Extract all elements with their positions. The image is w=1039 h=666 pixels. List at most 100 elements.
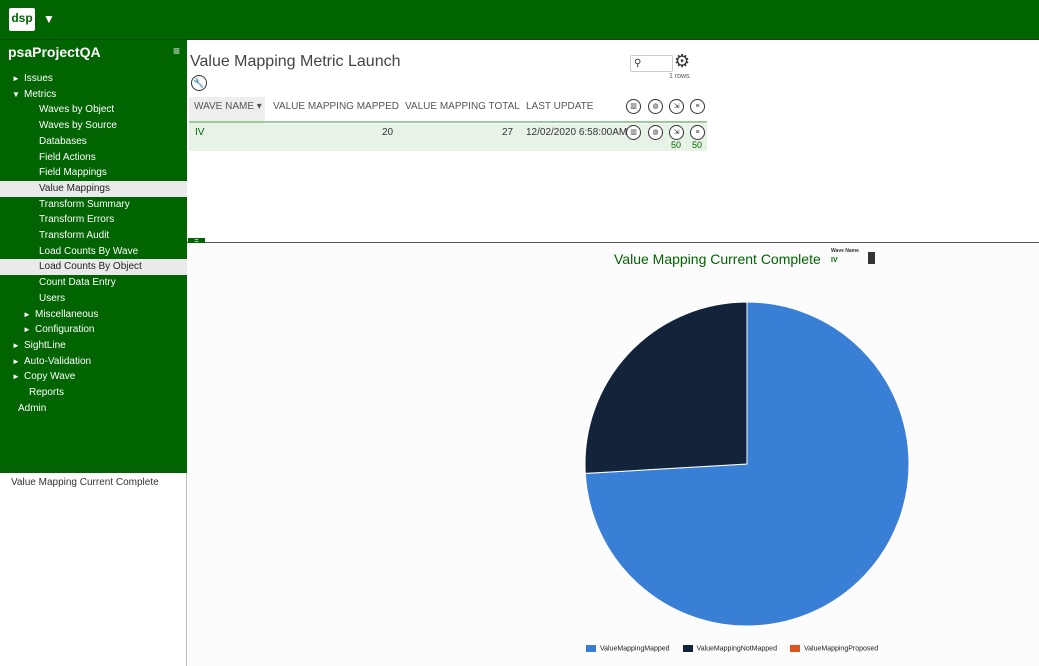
sidebar-item-label: Auto-Validation [24,355,92,367]
sidebar-item-label: Admin [18,402,47,414]
sidebar-item-waves-by-source[interactable]: Waves by Source [0,118,187,134]
sidebar-item-label: Reports [29,387,65,398]
chart-icon[interactable]: ▥ [626,99,641,114]
wrench-icon[interactable]: 🔧 [191,75,207,91]
sidebar-item-label: Databases [39,135,87,147]
count-export[interactable]: 50 [671,140,681,150]
caret-right-icon: ► [12,74,20,83]
cell-total: 27 [502,127,514,138]
sidebar-item-transform-summary[interactable]: Transform Summary [0,197,187,213]
count-database[interactable]: 50 [692,140,702,150]
legend-item[interactable]: ValueMappingProposed [789,645,879,653]
legend-item[interactable]: ValueMappingMapped [586,645,670,652]
caret-right-icon: ► [12,372,20,382]
legend-label: ValueMappingNotMapped [696,645,777,653]
sidebar-item-label: Transform Errors [39,214,115,226]
sidebar-item-label: Metrics [24,88,57,100]
row-globe-icon[interactable]: ◍ [648,125,663,140]
sidebar-item-miscellaneous[interactable]: ► Miscellaneous [0,307,187,323]
sidebar-item-label: Count Data Entry [39,277,116,289]
sidebar-item-label: SightLine [24,339,66,351]
sidebar-item-label: Load Counts By Object [39,261,142,273]
caret-right-icon: ► [23,325,31,335]
cell-last-update: 12/02/2020 6:58:00AM [526,127,628,138]
chevron-down-icon[interactable]: ▼ [43,12,55,26]
caret-right-icon: ► [23,309,31,319]
chart-title: Value Mapping Current Complete [614,251,821,267]
chart-pane: Value Mapping Current Complete Wave Name… [187,243,1039,666]
pie-chart [584,301,910,627]
launch-pane: Value Mapping Metric Launch 🔧 ⚲ ⚙ 1 rows… [187,40,1039,242]
legend-swatch [682,645,693,652]
search-icon: ⚲ [634,58,642,69]
sidebar-item-label: Field Mappings [39,167,107,179]
sidebar-item-label: Field Actions [39,151,96,163]
sidebar-item-load-counts-by-wave[interactable]: Load Counts By Wave [0,244,187,260]
sidebar-item-field-mappings[interactable]: Field Mappings [0,165,187,181]
sidebar-item-count-data-entry[interactable]: Count Data Entry [0,275,187,291]
menu-icon[interactable]: ≡ [173,44,180,58]
row-chart-icon[interactable]: ▥ [626,125,641,140]
filter-value[interactable]: IV [831,257,838,264]
sidebar-item-label: Transform Audit [39,230,110,241]
sidebar-item-reports[interactable]: Reports [0,385,187,401]
sidebar-item-transform-audit[interactable]: Transform Audit [0,228,187,244]
document-icon[interactable] [868,252,875,264]
gear-icon[interactable]: ⚙ [674,51,690,72]
column-header-last-update[interactable]: LAST UPDATE [526,97,593,124]
row-database-icon[interactable]: ≡ [690,125,705,140]
sidebar-item-databases[interactable]: Databases [0,134,187,150]
legend-label: ValueMappingMapped [600,645,670,653]
filter-label: Wave Name [831,248,859,254]
pie-slice-ValueMappingNotMapped[interactable] [584,301,748,474]
caret-down-icon: ▼ [12,89,20,99]
header-divider [189,121,707,123]
sidebar-item-waves-by-object[interactable]: Waves by Object [0,102,187,118]
export-icon[interactable]: ⇲ [669,99,684,114]
sidebar-item-copy-wave[interactable]: ► Copy Wave [0,369,187,385]
sidebar-item-label: Miscellaneous [35,308,99,320]
sidebar-item-sightline[interactable]: ► SightLine [0,338,187,354]
sidebar-footer: Value Mapping Current Complete [0,473,187,666]
sidebar-item-users[interactable]: Users [0,291,187,307]
sidebar-item-label: Issues [24,73,53,84]
sidebar: psaProjectQA ≡ ► Issues ▼ Metrics Waves by O… [0,40,187,473]
chart-legend: ValueMappingMapped ValueMappingNotMapped V… [586,645,891,652]
legend-label: ValueMappingProposed [803,645,879,653]
sidebar-item-auto-validation[interactable]: ► Auto-Validation [0,354,187,370]
sidebar-item-label: Users [39,292,66,304]
legend-swatch [789,645,800,652]
sidebar-item-label: Waves by Object [39,104,115,116]
sidebar-item-admin[interactable]: Admin [0,401,187,417]
cell-mapped: 20 [382,127,394,138]
column-header-mapped[interactable]: VALUE MAPPING MAPPED [273,97,399,124]
sidebar-item-label: Configuration [35,324,95,336]
legend-item[interactable]: ValueMappingNotMapped [682,645,777,653]
row-count: 1 rows [669,73,690,80]
table-header: WAVE NAME ▾ VALUE MAPPING MAPPED VALUE M… [189,97,707,124]
caret-right-icon: ► [12,356,20,366]
sidebar-item-metrics[interactable]: ▼ Metrics [0,87,187,103]
globe-icon[interactable]: ◍ [648,99,663,114]
sidebar-item-transform-errors[interactable]: Transform Errors [0,212,187,228]
legend-swatch [586,645,596,652]
cell-wave-name[interactable]: IV [195,127,204,138]
sidebar-item-field-actions[interactable]: Field Actions [0,150,187,166]
database-icon[interactable]: ≡ [690,99,705,114]
column-header-wave-name[interactable]: WAVE NAME ▾ [189,97,265,124]
sidebar-item-value-mappings[interactable]: Value Mappings [0,180,187,197]
sidebar-item-label: Value Mappings [39,182,110,194]
dsp-logo[interactable]: dsp [9,8,35,31]
project-name: psaProjectQA [8,44,101,60]
sidebar-item-label: Waves by Source [39,120,117,132]
sidebar-item-load-counts-by-object[interactable]: Load Counts By Object [0,259,187,276]
table-row[interactable]: IV 20 27 12/02/2020 6:58:00AM ▥ ◍ ⇲ ≡ [189,124,707,151]
sidebar-item-label: Load Counts By Wave [39,245,139,257]
sidebar-item-configuration[interactable]: ► Configuration [0,322,187,338]
sidebar-item-label: Transform Summary [39,198,130,210]
sidebar-item-issues[interactable]: ► Issues [0,71,187,87]
row-export-icon[interactable]: ⇲ [669,125,684,140]
top-bar: dsp ▼ [0,0,1039,40]
column-header-total[interactable]: VALUE MAPPING TOTAL [405,97,520,124]
sidebar-footer-label: Value Mapping Current Complete [11,477,159,488]
